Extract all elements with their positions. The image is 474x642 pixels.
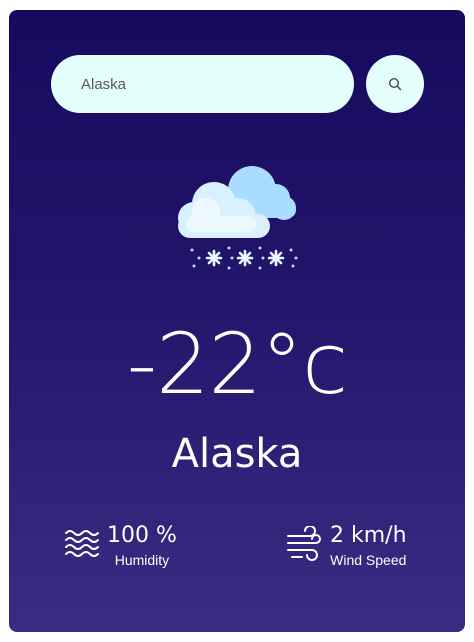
- humidity-value: 100 %: [107, 523, 177, 548]
- search-icon: [388, 77, 402, 91]
- search-button[interactable]: [366, 55, 424, 113]
- city-name: Alaska: [171, 431, 303, 477]
- search-bar: [51, 55, 424, 113]
- humidity-detail: 100 % Humidity: [63, 523, 177, 569]
- snow-icon: [178, 166, 298, 270]
- wind-value: 2 km/h: [330, 523, 407, 548]
- wind-label: Wind Speed: [330, 552, 407, 569]
- humidity-label: Humidity: [114, 552, 170, 569]
- wind-detail: 2 km/h Wind Speed: [286, 523, 407, 569]
- weather-card: -22°c Alaska 100 % Humidity 2 km/h: [9, 10, 465, 632]
- search-input[interactable]: [51, 55, 354, 113]
- wind-icon: [287, 526, 321, 561]
- temperature: -22°c: [126, 315, 348, 413]
- humidity-icon: [65, 530, 99, 557]
